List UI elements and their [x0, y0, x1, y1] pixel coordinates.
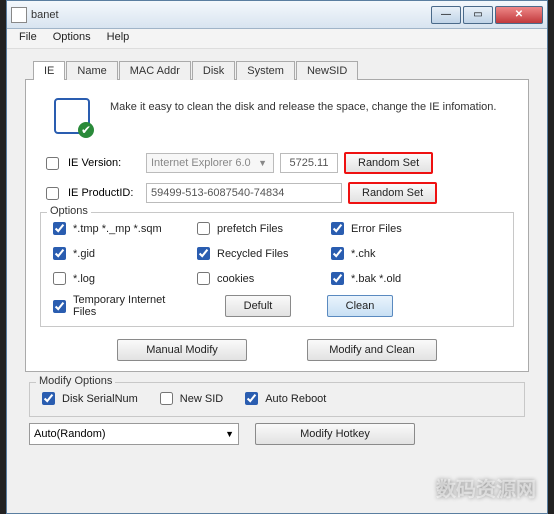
- opt-gid[interactable]: *.gid: [49, 244, 189, 263]
- random-set-version-button[interactable]: Random Set: [344, 152, 433, 174]
- ie-product-checkbox[interactable]: [46, 187, 59, 200]
- options-group: Options *.tmp *._mp *.sqm prefetch Files…: [40, 212, 514, 327]
- opt-auto-reboot-checkbox[interactable]: [245, 392, 258, 405]
- opt-recycled-checkbox[interactable]: [197, 247, 210, 260]
- clean-button[interactable]: Clean: [327, 295, 393, 317]
- app-window: banet — ▭ ✕ File Options Help IE Name MA…: [6, 0, 548, 514]
- opt-cookies-checkbox[interactable]: [197, 272, 210, 285]
- opt-chk-checkbox[interactable]: [331, 247, 344, 260]
- close-button[interactable]: ✕: [495, 6, 543, 24]
- minimize-button[interactable]: —: [431, 6, 461, 24]
- menu-file[interactable]: File: [11, 29, 45, 48]
- menu-options[interactable]: Options: [45, 29, 99, 48]
- ie-version-select[interactable]: Internet Explorer 6.0 ▼: [146, 153, 274, 173]
- modify-and-clean-button[interactable]: Modify and Clean: [307, 339, 437, 361]
- ie-version-checkbox[interactable]: [46, 157, 59, 170]
- tab-disk[interactable]: Disk: [192, 61, 235, 80]
- opt-log[interactable]: *.log: [49, 269, 189, 288]
- menubar: File Options Help: [7, 29, 547, 49]
- modify-options-title: Modify Options: [36, 375, 115, 387]
- opt-log-checkbox[interactable]: [53, 272, 66, 285]
- mode-select-value: Auto(Random): [34, 428, 106, 440]
- options-grid: *.tmp *._mp *.sqm prefetch Files Error F…: [49, 219, 505, 318]
- clipboard-check-icon: [54, 98, 90, 134]
- opt-tmp[interactable]: *.tmp *._mp *.sqm: [49, 219, 189, 238]
- ie-version-value: Internet Explorer 6.0: [151, 157, 251, 169]
- opt-gid-checkbox[interactable]: [53, 247, 66, 260]
- ie-product-label: IE ProductID:: [68, 187, 140, 199]
- tab-name[interactable]: Name: [66, 61, 117, 80]
- titlebar: banet — ▭ ✕: [7, 1, 547, 29]
- content-area: IE Name MAC Addr Disk System NewSID Make…: [7, 49, 547, 453]
- modify-options-row: Disk SerialNum New SID Auto Reboot: [38, 389, 516, 408]
- window-controls: — ▭ ✕: [431, 6, 543, 24]
- opt-new-sid-checkbox[interactable]: [160, 392, 173, 405]
- opt-new-sid[interactable]: New SID: [156, 389, 223, 408]
- opt-bak-checkbox[interactable]: [331, 272, 344, 285]
- opt-disk-serial[interactable]: Disk SerialNum: [38, 389, 138, 408]
- menu-help[interactable]: Help: [99, 29, 138, 48]
- ie-build-input[interactable]: [280, 153, 338, 173]
- opt-disk-serial-checkbox[interactable]: [42, 392, 55, 405]
- opt-error-checkbox[interactable]: [331, 222, 344, 235]
- opt-prefetch-checkbox[interactable]: [197, 222, 210, 235]
- opt-bak[interactable]: *.bak *.old: [327, 269, 447, 288]
- ie-version-row: IE Version: Internet Explorer 6.0 ▼ Rand…: [42, 152, 514, 174]
- opt-prefetch[interactable]: prefetch Files: [193, 219, 323, 238]
- opt-chk[interactable]: *.chk: [327, 244, 447, 263]
- opt-recycled[interactable]: Recycled Files: [193, 244, 323, 263]
- intro-row: Make it easy to clean the disk and relea…: [54, 98, 510, 134]
- tab-newsid[interactable]: NewSID: [296, 61, 358, 80]
- chevron-down-icon: ▼: [258, 158, 267, 168]
- maximize-button[interactable]: ▭: [463, 6, 493, 24]
- opt-error[interactable]: Error Files: [327, 219, 447, 238]
- tab-ie[interactable]: IE: [33, 61, 65, 80]
- opt-auto-reboot[interactable]: Auto Reboot: [241, 389, 326, 408]
- ie-product-row: IE ProductID: Random Set: [42, 182, 514, 204]
- chevron-down-icon: ▼: [225, 429, 234, 439]
- window-title: banet: [31, 9, 431, 21]
- modify-hotkey-button[interactable]: Modify Hotkey: [255, 423, 415, 445]
- tab-mac[interactable]: MAC Addr: [119, 61, 191, 80]
- modify-options-group: Modify Options Disk SerialNum New SID Au…: [29, 382, 525, 417]
- opt-tempie[interactable]: Temporary Internet Files: [49, 294, 189, 318]
- tab-strip: IE Name MAC Addr Disk System NewSID: [33, 61, 529, 80]
- options-title: Options: [47, 205, 91, 217]
- manual-modify-button[interactable]: Manual Modify: [117, 339, 247, 361]
- tab-panel-ie: Make it easy to clean the disk and relea…: [25, 79, 529, 372]
- intro-text: Make it easy to clean the disk and relea…: [110, 98, 496, 118]
- app-icon: [11, 7, 27, 23]
- action-row: Manual Modify Modify and Clean: [40, 339, 514, 361]
- mode-select[interactable]: Auto(Random) ▼: [29, 423, 239, 445]
- tab-system[interactable]: System: [236, 61, 295, 80]
- random-set-product-button[interactable]: Random Set: [348, 182, 437, 204]
- ie-version-label: IE Version:: [68, 157, 140, 169]
- opt-tempie-checkbox[interactable]: [53, 300, 66, 313]
- opt-tmp-checkbox[interactable]: [53, 222, 66, 235]
- ie-product-input[interactable]: [146, 183, 342, 203]
- default-button[interactable]: Defult: [225, 295, 291, 317]
- opt-cookies[interactable]: cookies: [193, 269, 323, 288]
- bottom-row: Auto(Random) ▼ Modify Hotkey: [29, 423, 525, 445]
